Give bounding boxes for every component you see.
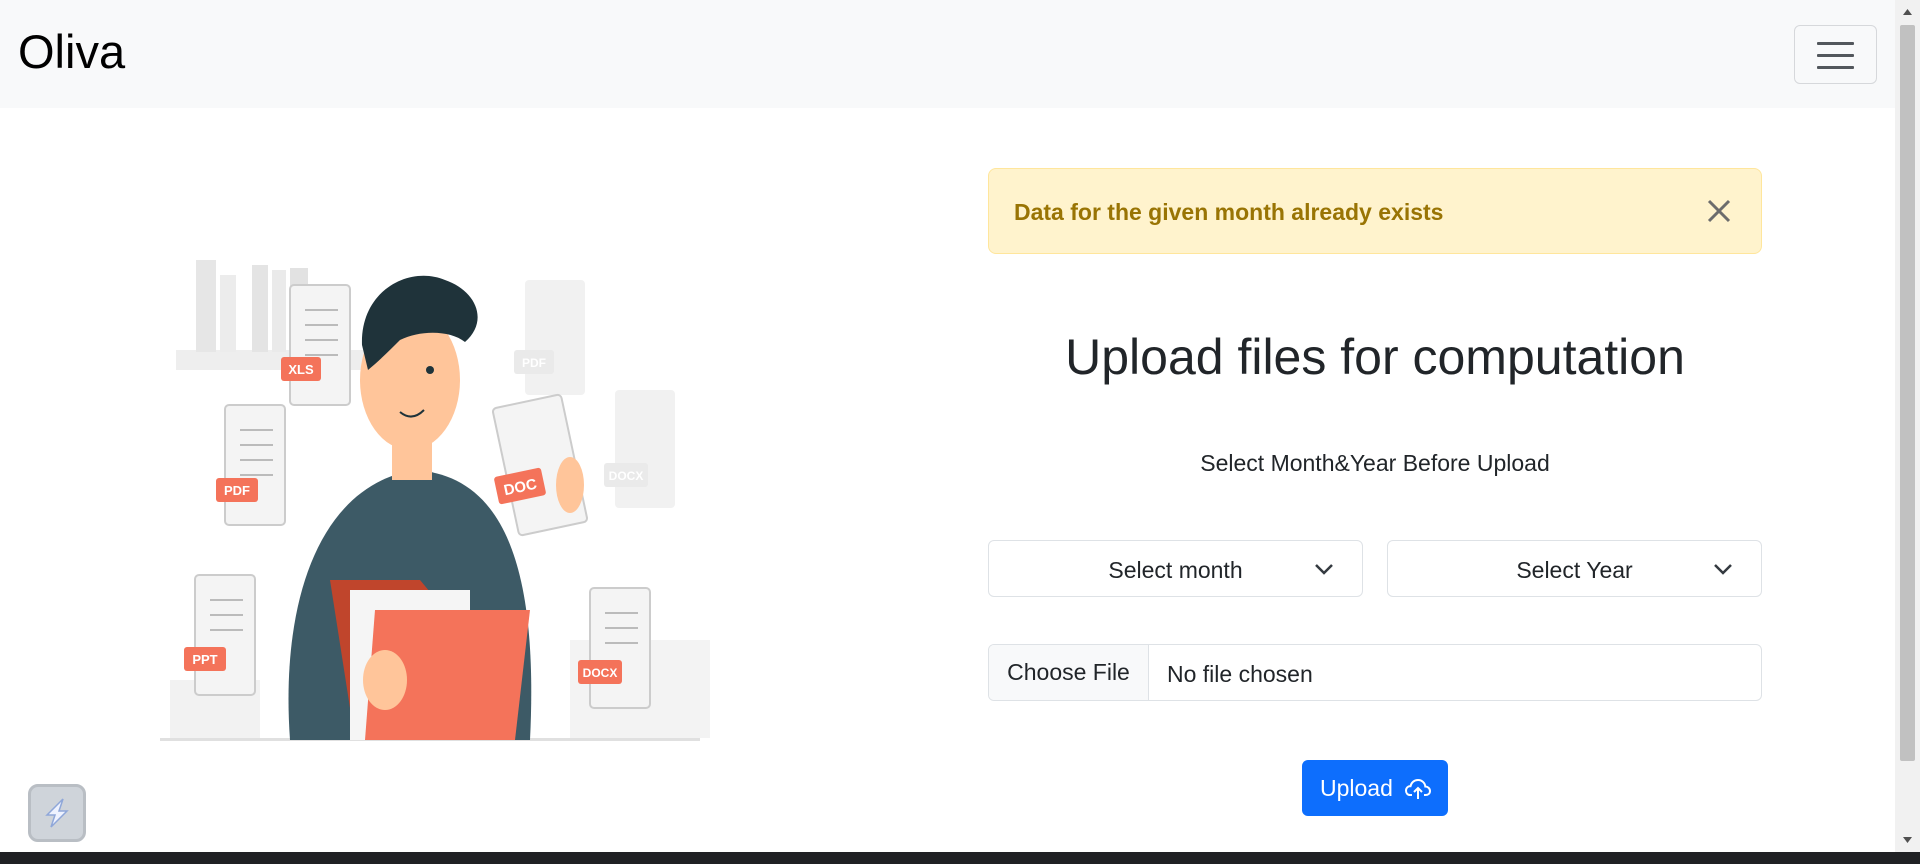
file-input[interactable]: Choose File No file chosen (988, 644, 1762, 701)
choose-file-button[interactable]: Choose File (989, 645, 1149, 700)
svg-text:DOCX: DOCX (609, 469, 644, 483)
year-select-label: Select Year (1516, 557, 1633, 583)
warning-alert: Data for the given month already exists (988, 168, 1762, 254)
hamburger-menu-icon (1817, 66, 1854, 69)
month-select-label: Select month (1108, 557, 1243, 583)
ppt-document-icon: PPT (184, 574, 256, 696)
page-subtitle: Select Month&Year Before Upload (1200, 450, 1550, 476)
cloud-upload-icon (1405, 778, 1431, 799)
window-bottom-bar (0, 852, 1920, 864)
hamburger-menu-icon (1817, 54, 1854, 57)
floating-widget-button[interactable] (28, 784, 86, 842)
scrollbar-thumb[interactable] (1900, 25, 1915, 761)
xls-document-icon: XLS (281, 284, 351, 406)
brand-logo[interactable]: Oliva (18, 24, 125, 79)
chevron-down-icon (1714, 564, 1732, 575)
pdf-document-icon: PDF (216, 404, 286, 526)
navbar: Oliva (0, 0, 1895, 108)
chevron-down-icon (1315, 564, 1333, 575)
svg-text:XLS: XLS (288, 362, 314, 377)
file-status: No file chosen (1167, 661, 1313, 687)
alert-message: Data for the given month already exists (1014, 199, 1444, 225)
vertical-scrollbar[interactable] (1895, 0, 1920, 852)
scroll-up-icon[interactable] (1895, 0, 1920, 25)
lightning-icon (45, 798, 69, 828)
svg-text:PDF: PDF (224, 483, 250, 498)
hamburger-menu-icon (1817, 42, 1854, 45)
navbar-toggler-button[interactable] (1794, 25, 1877, 84)
page-title: Upload files for computation (1065, 329, 1685, 385)
scroll-down-icon[interactable] (1895, 827, 1920, 852)
svg-text:PDF: PDF (522, 356, 546, 370)
upload-button[interactable]: Upload (1302, 760, 1448, 816)
month-select[interactable]: Select month (988, 540, 1363, 597)
close-icon[interactable] (1701, 193, 1737, 229)
year-select[interactable]: Select Year (1387, 540, 1762, 597)
svg-text:DOCX: DOCX (583, 666, 618, 680)
upload-button-label: Upload (1320, 775, 1393, 801)
upload-illustration: XLS PDF PDF DOCX PPT DOCX DOC (160, 260, 710, 741)
svg-text:PPT: PPT (192, 652, 217, 667)
